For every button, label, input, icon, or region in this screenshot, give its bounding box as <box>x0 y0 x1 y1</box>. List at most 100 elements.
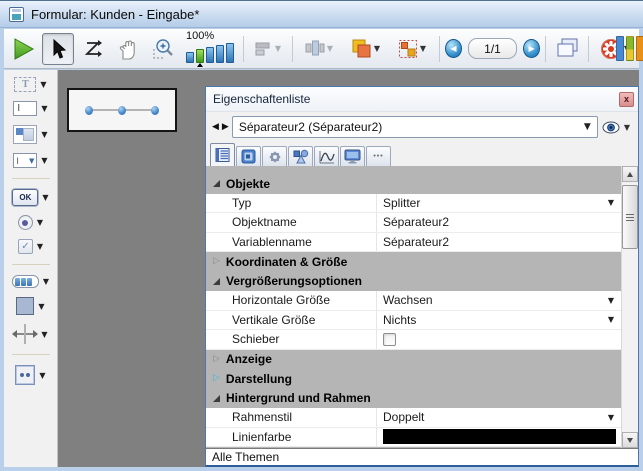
section-header[interactable]: ▷Anzeige <box>206 350 621 370</box>
radio-button-tool[interactable]: ▼ <box>18 215 43 230</box>
dropdown-arrow-icon[interactable]: ▼ <box>608 413 614 422</box>
dropdown-arrow-icon[interactable]: ▼ <box>608 198 614 207</box>
selection-handle[interactable] <box>151 106 159 115</box>
splitter-tool[interactable]: ▼ <box>13 324 47 344</box>
property-value[interactable]: Wachsen▼ <box>377 291 621 310</box>
page-prev-button[interactable]: ◀ <box>445 39 462 58</box>
properties-panel-header[interactable]: Eigenschaftenliste x <box>206 87 638 112</box>
scrollbar-thumb[interactable] <box>622 185 638 249</box>
draw-order-button[interactable] <box>77 33 109 65</box>
tab-curve[interactable] <box>314 146 339 166</box>
dropdown-arrow-icon[interactable]: ▼ <box>608 296 614 305</box>
property-label: Variablenname <box>206 233 377 252</box>
property-value[interactable]: Séparateur2 <box>377 233 621 252</box>
zoom-bar[interactable] <box>186 52 194 63</box>
property-value[interactable]: Splitter▼ <box>377 194 621 213</box>
pages-icon <box>554 37 580 61</box>
dropdown-arrow-icon[interactable]: ▼ <box>38 302 44 311</box>
zoom-button[interactable] <box>147 33 179 65</box>
combobox-tool[interactable]: I▼ ▼ <box>13 153 47 168</box>
dropdown-arrow-icon[interactable]: ▼ <box>624 123 630 132</box>
dropdown-arrow-icon[interactable]: ▼ <box>41 104 47 113</box>
tab-data[interactable] <box>236 146 261 166</box>
property-value[interactable]: Doppelt▼ <box>377 408 621 427</box>
text-field-tool[interactable]: I ▼ <box>13 101 47 116</box>
property-value[interactable]: Nichts▼ <box>377 311 621 330</box>
run-button[interactable] <box>7 33 39 65</box>
dropdown-arrow-icon[interactable]: ▼ <box>608 315 614 324</box>
scroll-up-button[interactable] <box>622 166 638 182</box>
progressbar-tool[interactable]: ▼ <box>12 275 49 288</box>
section-header[interactable]: Hintergrund und Rahmen <box>206 389 621 409</box>
prev-object-icon[interactable]: ◀ <box>212 122 218 132</box>
properties-panel: Eigenschaftenliste x ◀ ▶ Séparateur2 (Sé… <box>205 86 639 467</box>
section-header[interactable]: ▷Koordinaten & Größe <box>206 252 621 272</box>
property-grid: ObjekteTypSplitter▼ObjektnameSéparateur2… <box>206 166 638 448</box>
page-indicator[interactable]: 1/1 <box>468 38 517 59</box>
tab-display[interactable] <box>340 146 365 166</box>
checkbox-tool[interactable]: ✓ ▼ <box>18 239 43 254</box>
rectangle-tool-icon <box>16 297 34 315</box>
rectangle-tool[interactable]: ▼ <box>16 297 44 315</box>
dropdown-arrow-icon[interactable]: ▼ <box>43 277 49 286</box>
socket-tool[interactable]: ▼ <box>15 365 45 385</box>
text-field-tool-icon: I <box>13 101 37 116</box>
dropdown-arrow-icon[interactable]: ▼ <box>420 44 426 53</box>
splitter-widget[interactable] <box>67 88 177 132</box>
selection-frame-button[interactable]: ▼ <box>390 33 434 65</box>
shapes-icon <box>293 149 309 164</box>
list-widget-tool[interactable]: ▼ <box>13 125 47 144</box>
dropdown-arrow-icon[interactable]: ▼ <box>327 44 333 53</box>
tab-properties-list[interactable] <box>210 143 235 166</box>
distribute-button[interactable]: ▼ <box>298 33 340 65</box>
dropdown-arrow-icon[interactable]: ▼ <box>37 242 43 251</box>
dropdown-arrow-icon[interactable]: ▼ <box>37 218 43 227</box>
selection-handle[interactable] <box>118 106 126 115</box>
button-tool[interactable]: OK ▼ <box>12 189 48 206</box>
arrange-button[interactable]: ▼ <box>343 33 387 65</box>
dropdown-arrow-icon[interactable]: ▼ <box>41 330 47 339</box>
selection-handle[interactable] <box>85 106 93 115</box>
color-swatch[interactable] <box>383 429 616 444</box>
pan-button[interactable] <box>112 33 144 65</box>
property-label: Vertikale Größe <box>206 311 377 330</box>
dropdown-arrow-icon[interactable]: ▼ <box>42 193 48 202</box>
zoom-bar[interactable] <box>216 45 224 63</box>
section-header[interactable]: Vergrößerungsoptionen <box>206 272 621 292</box>
section-header[interactable]: Objekte <box>206 174 621 194</box>
tab-objects[interactable] <box>288 146 313 166</box>
visibility-control[interactable]: ▼ <box>602 121 632 134</box>
dropdown-arrow-icon[interactable]: ▼ <box>41 130 47 139</box>
scroll-down-button[interactable] <box>622 432 638 448</box>
zoom-level-label: 100% <box>186 31 214 42</box>
zoom-bar[interactable] <box>226 43 234 63</box>
zoom-level-control[interactable]: 100% <box>182 31 238 67</box>
checkbox[interactable] <box>383 333 396 346</box>
pages-button[interactable] <box>551 33 583 65</box>
dropdown-arrow-icon[interactable]: ▼ <box>374 44 380 53</box>
zoom-bar[interactable] <box>206 47 214 63</box>
collapse-icon <box>213 395 220 402</box>
themes-books-icon[interactable] <box>616 36 643 61</box>
object-selector-combobox[interactable]: Séparateur2 (Séparateur2) ▼ <box>232 116 598 138</box>
tab-more[interactable]: ••• <box>366 146 391 166</box>
dropdown-arrow-icon[interactable]: ▼ <box>41 156 47 165</box>
section-header[interactable]: ▷Darstellung <box>206 369 621 389</box>
property-value[interactable]: Séparateur2 <box>377 213 621 232</box>
dropdown-arrow-icon[interactable]: ▼ <box>275 44 281 53</box>
vertical-scrollbar[interactable] <box>621 166 638 448</box>
next-object-icon[interactable]: ▶ <box>222 122 228 132</box>
scrollbar-track[interactable] <box>622 182 638 432</box>
align-button[interactable]: ▼ <box>249 33 287 65</box>
label-tool[interactable]: T ▼ <box>14 77 46 92</box>
property-value <box>377 330 621 349</box>
property-row: Linienfarbe <box>206 428 621 448</box>
page-next-button[interactable]: ▶ <box>523 39 540 58</box>
tab-settings[interactable] <box>262 146 287 166</box>
dropdown-arrow-icon[interactable]: ▼ <box>40 80 46 89</box>
title-bar[interactable]: Formular: Kunden - Eingabe* <box>0 0 643 28</box>
select-button[interactable] <box>42 33 74 65</box>
dropdown-arrow-icon[interactable]: ▼ <box>39 371 45 380</box>
zoom-bar-current[interactable] <box>196 49 204 63</box>
close-button[interactable]: x <box>619 92 634 107</box>
